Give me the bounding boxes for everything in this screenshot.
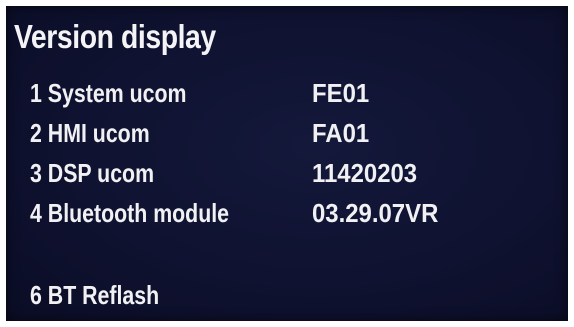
version-row-hmi-ucom: 2 HMI ucom FA01 bbox=[30, 118, 560, 154]
item-label: BT Reflash bbox=[47, 280, 160, 310]
item-number: 6 bbox=[30, 280, 42, 310]
item-value: 11420203 bbox=[312, 158, 418, 188]
item-label: Bluetooth module bbox=[47, 198, 230, 228]
version-row-bluetooth-module: 4 Bluetooth module 03.29.07VR bbox=[30, 198, 560, 234]
item-label: System ucom bbox=[47, 78, 187, 108]
version-row-dsp-ucom: 3 DSP ucom 11420203 bbox=[30, 158, 560, 194]
item-number: 2 bbox=[30, 118, 42, 148]
item-label: DSP ucom bbox=[47, 158, 155, 188]
item-value: FE01 bbox=[312, 78, 370, 108]
item-number: 3 bbox=[30, 158, 42, 188]
item-label: HMI ucom bbox=[47, 118, 150, 148]
version-row-system-ucom: 1 System ucom FE01 bbox=[30, 78, 560, 114]
page-title: Version display bbox=[14, 18, 216, 55]
item-number: 1 bbox=[30, 78, 42, 108]
bt-reflash-option[interactable]: 6 BT Reflash bbox=[30, 280, 560, 316]
item-value: FA01 bbox=[312, 118, 370, 148]
item-number: 4 bbox=[30, 198, 42, 228]
item-value: 03.29.07VR bbox=[312, 198, 439, 228]
display-screen: Version display 1 System ucom FE01 2 HMI… bbox=[6, 6, 568, 321]
